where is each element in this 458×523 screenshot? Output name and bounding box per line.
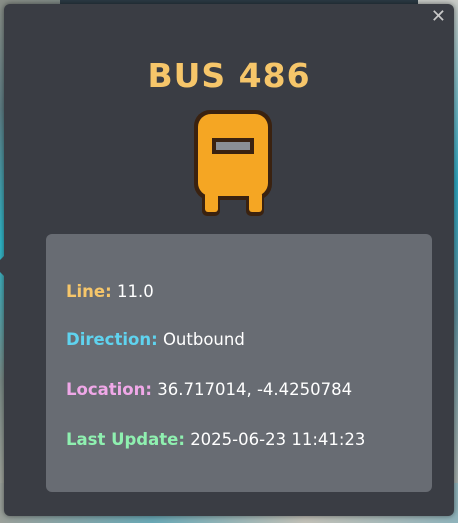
popup-pointer — [0, 254, 6, 278]
bus-details-panel: Line: 11.0 Direction: Outbound Location:… — [46, 234, 432, 492]
last-update-row: Last Update: 2025-06-23 11:41:23 — [66, 430, 365, 449]
last-update-label: Last Update: — [66, 430, 185, 449]
location-value: 36.717014, -4.4250784 — [157, 380, 353, 399]
line-label: Line: — [66, 282, 112, 301]
bus-icon — [194, 110, 272, 216]
line-value: 11.0 — [116, 282, 154, 301]
last-update-value: 2025-06-23 11:41:23 — [190, 430, 366, 449]
direction-value: Outbound — [162, 330, 245, 349]
bus-title: BUS 486 — [147, 56, 311, 95]
direction-row: Direction: Outbound — [66, 330, 245, 349]
bus-info-popup: ✕ BUS 486 Line: 11.0 Direction: Outbound… — [0, 4, 454, 516]
location-row: Location: 36.717014, -4.4250784 — [66, 380, 352, 399]
close-icon[interactable]: ✕ — [431, 6, 446, 28]
location-label: Location: — [66, 380, 152, 399]
line-row: Line: 11.0 — [66, 282, 154, 301]
direction-label: Direction: — [66, 330, 158, 349]
